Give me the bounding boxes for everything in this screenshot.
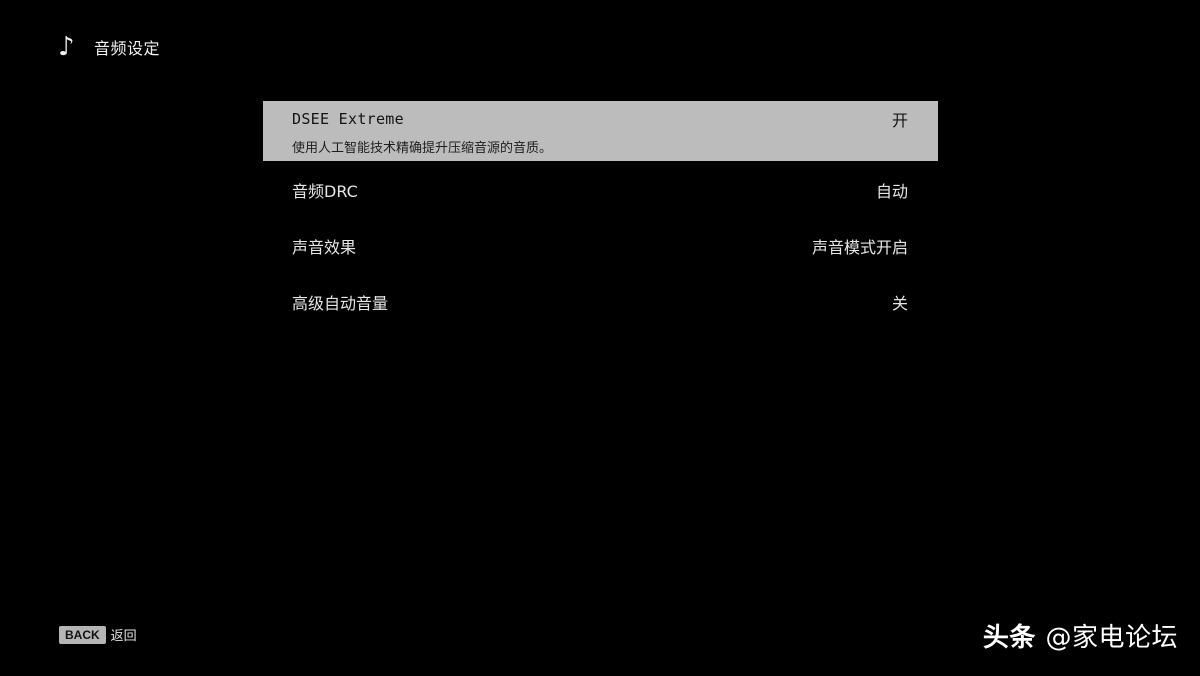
menu-item-value: 声音模式开启 <box>811 237 908 257</box>
menu-item-label: 高级自动音量 <box>292 293 389 313</box>
menu-item-label: 音频DRC <box>292 181 358 201</box>
page-title: 音频设定 <box>94 39 161 58</box>
menu-item-value: 开 <box>891 110 908 130</box>
menu-item-sound-effect[interactable]: 声音效果 声音模式开启 <box>263 219 938 272</box>
watermark-handle: @家电论坛 <box>1045 623 1178 653</box>
menu-item-description: 使用人工智能技术精确提升压缩音源的音质。 <box>292 140 553 156</box>
menu-item-advanced-auto-volume[interactable]: 高级自动音量 关 <box>263 275 938 328</box>
menu-item-label: 声音效果 <box>292 237 357 257</box>
back-hint[interactable]: BACK 返回 <box>59 625 137 644</box>
back-label: 返回 <box>110 629 137 644</box>
settings-menu: DSEE Extreme 开 使用人工智能技术精确提升压缩音源的音质。 音频DR… <box>263 101 938 328</box>
music-note-icon: ♪ <box>58 32 75 62</box>
page-header: ♪ 音频设定 <box>58 30 160 64</box>
menu-item-label: DSEE Extreme <box>292 109 404 128</box>
menu-item-dsee-extreme[interactable]: DSEE Extreme 开 使用人工智能技术精确提升压缩音源的音质。 <box>263 101 938 161</box>
watermark-brand: 头条 <box>982 623 1036 653</box>
menu-item-audio-drc[interactable]: 音频DRC 自动 <box>263 163 938 216</box>
menu-item-value: 关 <box>891 293 908 313</box>
watermark: 头条 @家电论坛 <box>983 617 1178 654</box>
back-key-badge: BACK <box>59 625 106 644</box>
menu-item-value: 自动 <box>875 181 908 201</box>
